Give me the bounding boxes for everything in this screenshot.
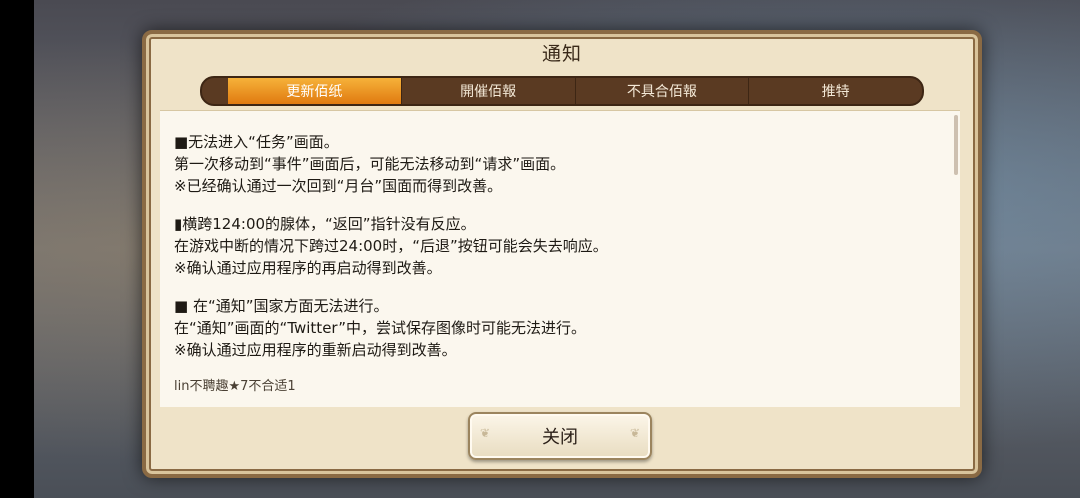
notice-dialog: 通知 更新佰纸 開催佰報 不具合佰報 推特 ■无法进入“任务”画面。 第一次移动… (142, 30, 982, 478)
tab-update-notes[interactable]: 更新佰纸 (228, 78, 402, 104)
ornament-icon: ❦ (480, 426, 491, 440)
screen-edge (0, 0, 34, 498)
notice-line: ※确认通过应用程序的重新启动得到改善。 (174, 341, 457, 359)
footer-note: lin不聘趣★7不合适1 (174, 379, 296, 394)
notice-line: ※已经确认通过一次回到“月台”国面而得到改善。 (174, 177, 503, 195)
notice-line: 在“通知”画面的“Twitter”中，尝试保存图像时可能无法进行。 (174, 319, 586, 337)
tab-label: 更新佰纸 (286, 84, 343, 100)
notice-line: ▮横跨124:00的腺体，“返回”指针没有反应。 (174, 215, 476, 233)
close-button[interactable]: ❦ 关闭 ❦ (468, 412, 652, 460)
notice-tabs: 更新佰纸 開催佰報 不具合佰報 推特 (200, 76, 924, 106)
ornament-icon: ❦ (629, 426, 640, 440)
tab-event-notices[interactable]: 開催佰報 (402, 78, 576, 104)
notice-content[interactable]: ■无法进入“任务”画面。 第一次移动到“事件”画面后，可能无法移动到“请求”画面… (160, 110, 960, 407)
tab-twitter[interactable]: 推特 (749, 78, 922, 104)
tab-label: 不具合佰報 (626, 84, 697, 100)
tab-bug-reports[interactable]: 不具合佰報 (576, 78, 750, 104)
notice-line: 在游戏中断的情况下跨过24:00时，“后退”按钮可能会失去响应。 (174, 237, 608, 255)
notice-line: ※确认通过应用程序的再启动得到改善。 (174, 259, 442, 277)
close-button-label: 关闭 (542, 427, 578, 448)
content-scrollbar[interactable] (954, 115, 958, 175)
notice-line: ■无法进入“任务”画面。 (174, 133, 339, 151)
notice-line: 第一次移动到“事件”画面后，可能无法移动到“请求”画面。 (174, 155, 566, 173)
dialog-title-bar: 通知 (146, 34, 978, 70)
tab-label: 開催佰報 (460, 84, 517, 100)
notice-line: ■ 在“通知”国家方面无法进行。 (174, 297, 389, 315)
notice-body: ■无法进入“任务”画面。 第一次移动到“事件”画面后，可能无法移动到“请求”画面… (174, 111, 950, 394)
dialog-title: 通知 (541, 42, 582, 65)
tab-label: 推特 (821, 84, 850, 100)
